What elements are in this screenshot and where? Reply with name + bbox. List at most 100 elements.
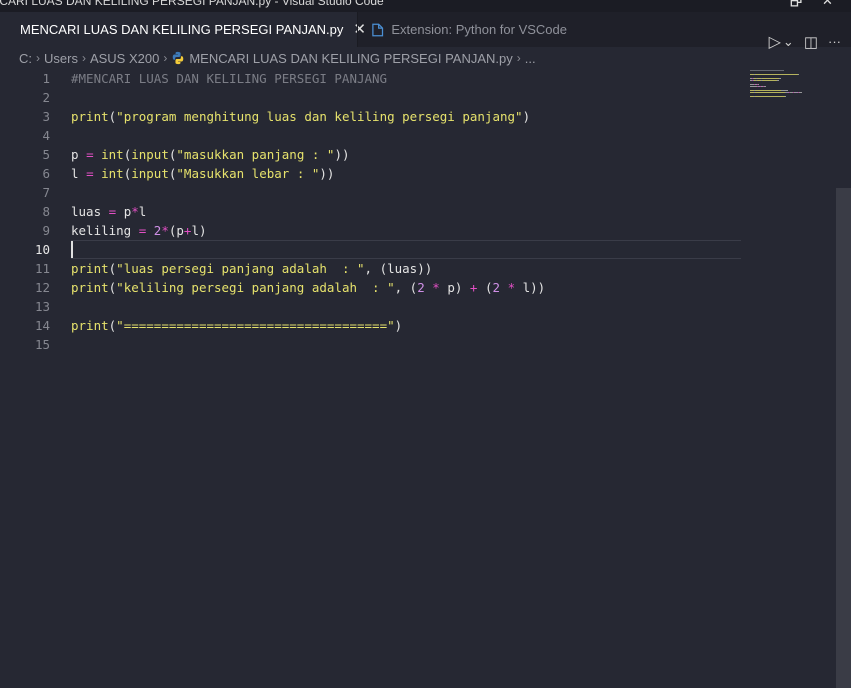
line-number: 7 [42, 185, 50, 200]
line-number: 15 [34, 337, 50, 352]
tab-label: MENCARI LUAS DAN KELILING PERSEGI PANJAN… [20, 22, 344, 37]
code-token: * [161, 223, 169, 238]
code-token: keliling [71, 223, 139, 238]
code-token: )) [319, 166, 335, 181]
code-line[interactable] [71, 240, 741, 259]
python-icon [173, 51, 184, 65]
text-cursor [71, 241, 73, 258]
breadcrumb-item[interactable]: ASUS X200 [90, 51, 159, 66]
code-line[interactable]: p = int(input("masukkan panjang : ")) [71, 145, 741, 164]
breadcrumb: C: › Users › ASUS X200 › MENCARI LUAS DA… [0, 47, 851, 69]
code-token: ( [477, 280, 493, 295]
code-line[interactable] [71, 126, 741, 145]
code-token: input [131, 166, 169, 181]
code-editor[interactable]: 1 2 3 4 5 6 7 8 9 10 11 12 13 14 15 #MENCARI LUAS DAN … [0, 69, 851, 688]
code-token: "keliling persegi panjang adalah : " [116, 280, 395, 295]
code-token: ) [522, 109, 531, 124]
code-token: p [71, 147, 87, 162]
minimap-stroke [785, 96, 786, 97]
code-line[interactable]: print("luas persegi panjang adalah : ", … [71, 259, 741, 278]
minimap-stroke [750, 86, 757, 87]
code-token: l [71, 166, 87, 181]
scrollbar-track[interactable] [836, 69, 851, 188]
code-token: l)) [515, 280, 546, 295]
minimap-stroke [781, 90, 788, 91]
breadcrumb-item[interactable]: C: [19, 51, 32, 66]
tab-python-file[interactable]: MENCARI LUAS DAN KELILING PERSEGI PANJAN… [0, 12, 366, 47]
breadcrumb-item[interactable]: ... [525, 51, 536, 66]
code-token: , (luas)) [364, 261, 433, 276]
code-line[interactable]: print("=================================… [71, 316, 741, 335]
code-token: "program menghitung luas dan keliling pe… [116, 109, 523, 124]
code-token: = [86, 166, 94, 181]
code-line[interactable]: keliling = 2*(p+l) [71, 221, 741, 240]
code-token: int [101, 166, 124, 181]
line-number: 13 [34, 299, 50, 314]
code-token: input [131, 147, 169, 162]
chevron-right-icon: › [81, 51, 86, 65]
code-line[interactable] [71, 88, 741, 107]
code-line[interactable]: #MENCARI LUAS DAN KELILING PERSEGI PANJA… [71, 69, 741, 88]
breadcrumb-item[interactable]: MENCARI LUAS DAN KELILING PERSEGI PANJAN… [189, 51, 512, 66]
minimap-stroke [758, 84, 759, 85]
code-token: "===================================" [116, 318, 395, 333]
minimap-stroke [779, 78, 781, 79]
code-token: (p [168, 223, 184, 238]
minimap-stroke [755, 92, 785, 93]
code-token: "luas persegi panjang adalah : " [116, 261, 365, 276]
code-token: "masukkan panjang : " [176, 147, 335, 162]
code-area[interactable]: #MENCARI LUAS DAN KELILING PERSEGI PANJA… [71, 69, 741, 354]
minimap-stroke [798, 74, 799, 75]
code-token: print [71, 109, 109, 124]
code-token: 2 [417, 280, 425, 295]
code-token: = [86, 147, 94, 162]
code-token: #MENCARI LUAS DAN KELILING PERSEGI PANJA… [71, 71, 388, 86]
minimap[interactable] [748, 69, 836, 109]
code-line[interactable] [71, 297, 741, 316]
code-line[interactable] [71, 183, 741, 202]
code-token: int [101, 147, 124, 162]
code-line[interactable]: luas = p*l [71, 202, 741, 221]
code-line[interactable]: print("program menghitung luas dan kelil… [71, 107, 741, 126]
line-number: 9 [42, 223, 50, 238]
chevron-right-icon: › [516, 51, 521, 65]
minimap-stroke [755, 74, 798, 75]
code-token: p [116, 204, 132, 219]
minimap-stroke [750, 70, 784, 71]
line-number: 2 [42, 90, 50, 105]
code-token: l) [191, 223, 207, 238]
vertical-scrollbar[interactable] [836, 188, 851, 688]
restore-icon[interactable]: 🗗 [790, 0, 802, 12]
code-token: p) [439, 280, 470, 295]
code-token: print [71, 318, 109, 333]
chevron-right-icon: › [36, 51, 40, 65]
code-token: * [432, 280, 440, 295]
code-token: ) [394, 318, 403, 333]
code-token: "Masukkan lebar : " [176, 166, 320, 181]
tab-extension-python[interactable]: Extension: Python for VSCode [357, 12, 567, 47]
line-number: 14 [34, 318, 50, 333]
code-line[interactable]: l = int(input("Masukkan lebar : ")) [71, 164, 741, 183]
title-bar: ICARI LUAS DAN KELILING PERSEGI PANJAN.p… [0, 0, 851, 12]
tab-bar: MENCARI LUAS DAN KELILING PERSEGI PANJAN… [0, 12, 851, 51]
close-window-icon[interactable]: ✕ [822, 0, 833, 9]
line-number-gutter: 1 2 3 4 5 6 7 8 9 10 11 12 13 14 15 [0, 69, 50, 354]
line-number: 1 [42, 71, 50, 86]
minimap-stroke [762, 78, 779, 79]
line-number: 11 [34, 261, 50, 276]
line-number: 4 [42, 128, 50, 143]
breadcrumb-item[interactable]: Users [44, 51, 78, 66]
line-number: 8 [42, 204, 50, 219]
minimap-stroke [762, 80, 777, 81]
code-token: l [138, 204, 147, 219]
line-number: 6 [42, 166, 50, 181]
code-token: * [507, 280, 516, 295]
line-number: 5 [42, 147, 50, 162]
line-number: 12 [34, 280, 50, 295]
code-line[interactable]: print ("keliling persegi panjang adalah :… [71, 278, 741, 297]
code-line[interactable] [71, 335, 741, 354]
